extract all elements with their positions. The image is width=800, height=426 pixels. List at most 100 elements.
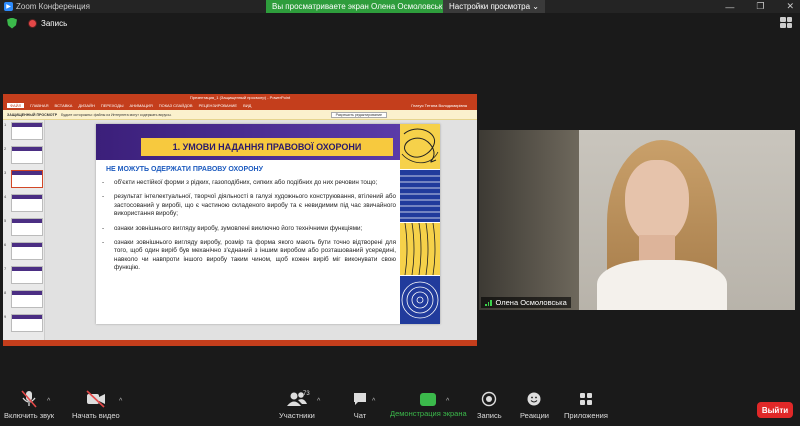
camera-off-icon <box>86 390 106 408</box>
leave-meeting-button[interactable]: Выйти <box>757 402 793 418</box>
video-shadow <box>479 130 579 310</box>
ppt-status-bar <box>3 340 477 346</box>
audio-options-caret[interactable]: ^ <box>47 398 50 405</box>
ppt-tab: ВИД <box>243 103 252 108</box>
record-icon <box>481 390 497 408</box>
start-video-button[interactable]: Начать видео <box>72 390 120 420</box>
chat-button[interactable]: Чат <box>352 390 368 420</box>
slide-thumbnail <box>11 146 43 164</box>
meeting-toolbar: Включить звук ^ Начать видео ^ Участники… <box>0 390 800 426</box>
slide-title: 1. УМОВИ НАДАННЯ ПРАВОВОЇ ОХОРОНИ <box>141 138 393 156</box>
recording-dot-icon <box>28 18 37 28</box>
chat-bubble-icon <box>352 390 368 408</box>
apps-label: Приложения <box>564 411 608 420</box>
participant-name: Олена Осмоловська <box>495 298 567 307</box>
bullet-item: об'єкти нестійкої форми з рідких, газопо… <box>100 179 396 188</box>
slide-thumbnail <box>11 194 43 212</box>
share-options-caret[interactable]: ^ <box>446 398 449 405</box>
gallery-view-icon[interactable] <box>780 17 792 28</box>
record-label: Запись <box>477 411 502 420</box>
participant-face <box>625 160 689 244</box>
security-shield-icon[interactable] <box>7 17 17 29</box>
reactions-emoji-icon <box>526 390 542 408</box>
window-title: Zoom Конференция <box>16 2 90 11</box>
participants-options-caret[interactable]: ^ <box>317 398 320 405</box>
current-slide: 1. УМОВИ НАДАННЯ ПРАВОВОЇ ОХОРОНИ НЕ МОЖ… <box>96 124 440 324</box>
slide-decoration <box>400 124 440 169</box>
slide-thumbnail <box>11 122 43 140</box>
reactions-button[interactable]: Реакции <box>520 390 549 420</box>
slide-thumbnail <box>11 218 43 236</box>
reactions-label: Реакции <box>520 411 549 420</box>
shared-screen: Презентация_1 (Защищенный просмотр) - Po… <box>3 94 477 346</box>
unmute-button[interactable]: Включить звук <box>4 390 54 420</box>
slide-number: 4 <box>4 194 7 199</box>
recording-label: Запись <box>41 18 68 28</box>
ppt-window-title: Презентация_1 (Защищенный просмотр) - Po… <box>3 94 477 101</box>
slide-thumbnail <box>11 314 43 332</box>
slide-decoration <box>400 170 440 222</box>
slide-header: 1. УМОВИ НАДАННЯ ПРАВОВОЇ ОХОРОНИ <box>96 124 400 160</box>
window-controls: — ❐ ✕ <box>725 0 794 13</box>
bullet-item: ознаки зовнішнього вигляду виробу, зумов… <box>100 225 396 234</box>
apps-grid-icon <box>578 390 594 408</box>
ppt-tab: РЕЦЕНЗИРОВАНИЕ <box>198 103 238 108</box>
maximize-button[interactable]: ❐ <box>756 1 764 12</box>
ppt-tab: ПОКАЗ СЛАЙДОВ <box>158 103 193 108</box>
slide-thumbnail-selected <box>11 170 43 188</box>
minimize-button[interactable]: — <box>725 2 734 12</box>
ppt-tab: АНИМАЦИЯ <box>129 103 153 108</box>
view-options-button[interactable]: Настройки просмотра ⌄ <box>443 0 545 13</box>
apps-button[interactable]: Приложения <box>564 390 608 420</box>
meeting-topbar: Запись <box>0 13 800 33</box>
participant-name-tag: Олена Осмоловська <box>481 297 571 308</box>
chat-label: Чат <box>353 411 367 420</box>
ppt-tab: ГЛАВНАЯ <box>30 103 49 108</box>
slide-bullets: об'єкти нестійкої форми з рідких, газопо… <box>100 179 396 279</box>
slide-thumbnail <box>11 242 43 260</box>
share-screen-button[interactable]: Демонстрация экрана <box>390 390 467 418</box>
signal-strength-icon <box>485 299 492 306</box>
view-options-label: Настройки просмотра <box>449 2 531 11</box>
participant-body <box>597 260 727 310</box>
close-button[interactable]: ✕ <box>786 1 794 12</box>
slide-subtitle: НЕ МОЖУТЬ ОДЕРЖАТИ ПРАВОВУ ОХОРОНУ <box>106 166 263 173</box>
slide-decoration <box>400 276 440 324</box>
chat-options-caret[interactable]: ^ <box>372 398 375 405</box>
protected-view-text: Будьте осторожны: файлы из Интернета мог… <box>61 112 172 117</box>
slide-number: 1 <box>4 122 7 127</box>
ppt-tab: ВСТАВКА <box>54 103 73 108</box>
bullet-item: ознаки зовнішнього вигляду виробу, розмі… <box>100 239 396 273</box>
slide-number: 9 <box>4 314 7 319</box>
slide-decoration <box>400 223 440 275</box>
participants-count: 73 <box>303 391 310 397</box>
slide-thumbnail <box>11 266 43 284</box>
slide-thumbnail <box>11 290 43 308</box>
protected-view-bar: ЗАЩИЩЕННЫЙ ПРОСМОТР Будьте осторожны: фа… <box>3 110 477 120</box>
bullet-item: результат інтелектуальної, творчої діяль… <box>100 193 396 218</box>
protected-view-label: ЗАЩИЩЕННЫЙ ПРОСМОТР <box>7 112 58 117</box>
record-button[interactable]: Запись <box>477 390 502 420</box>
enable-editing-button: Разрешить редактирование <box>330 111 387 118</box>
unmute-label: Включить звук <box>4 411 55 420</box>
slide-thumbnails: 1 2 3 4 5 6 7 8 9 <box>3 120 45 340</box>
ppt-tab: ФАЙЛ <box>7 103 25 108</box>
slide-number: 3 <box>4 170 7 175</box>
video-options-caret[interactable]: ^ <box>119 398 122 405</box>
ppt-user-name: Гнатуя Тетяна Володимирівна <box>411 103 467 108</box>
ppt-tab: ПЕРЕХОДЫ <box>100 103 124 108</box>
slide-number: 6 <box>4 242 7 247</box>
ppt-body: 1 2 3 4 5 6 7 8 9 1. УМОВИ НАДАННЯ ПРАВО… <box>3 120 477 340</box>
slide-number: 5 <box>4 218 7 223</box>
slide-number: 7 <box>4 266 7 271</box>
screen-share-banner: Вы просматриваете экран Олена Осмоловськ… <box>266 0 454 13</box>
start-video-label: Начать видео <box>72 411 120 420</box>
share-screen-icon <box>420 393 437 406</box>
participant-video[interactable]: Олена Осмоловська <box>479 130 795 310</box>
slide-number: 8 <box>4 290 7 295</box>
share-screen-label: Демонстрация экрана <box>390 409 467 418</box>
participants-label: Участники <box>279 411 315 420</box>
slide-number: 2 <box>4 146 7 151</box>
microphone-muted-icon <box>21 390 37 408</box>
zoom-logo-icon: ▶ <box>4 2 13 11</box>
